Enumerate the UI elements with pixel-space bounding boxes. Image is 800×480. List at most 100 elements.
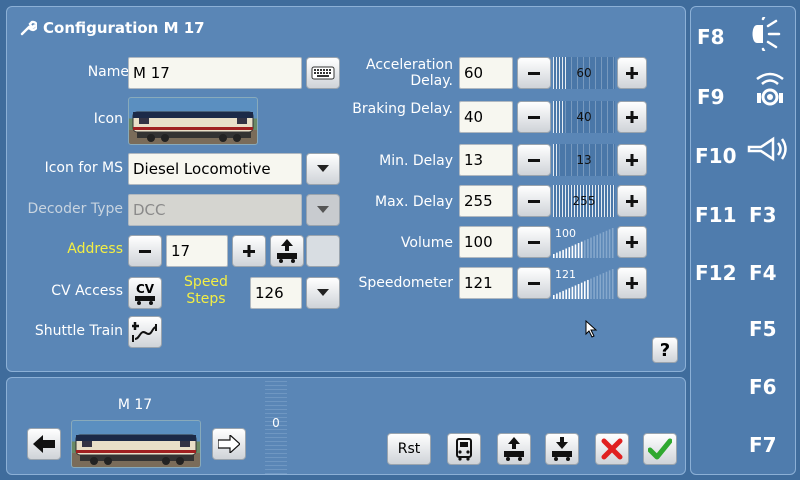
volume-ramp-bar bbox=[568, 247, 571, 258]
speedometer-input[interactable]: 121 bbox=[459, 267, 513, 299]
acceleration-delay-slider-value: 60 bbox=[576, 66, 592, 80]
acceleration-delay-increase-button[interactable] bbox=[617, 57, 647, 89]
braking-delay-increase-button[interactable] bbox=[617, 101, 647, 133]
volume-slider[interactable]: 100 bbox=[553, 226, 615, 258]
minus-icon bbox=[139, 250, 151, 253]
volume-ramp-bar bbox=[556, 252, 558, 258]
volume-ramp-bar bbox=[599, 233, 602, 258]
min-delay-decrease-button[interactable] bbox=[517, 144, 551, 176]
volume-ramp-bar bbox=[574, 244, 577, 258]
minus-icon bbox=[528, 72, 540, 75]
help-button[interactable]: ? bbox=[652, 337, 678, 363]
speedometer-ramp-value: 121 bbox=[555, 268, 576, 281]
min-delay-slider[interactable]: 13 bbox=[553, 144, 615, 176]
program-address-button[interactable] bbox=[270, 235, 304, 267]
current-loco-image[interactable] bbox=[71, 420, 201, 468]
function-f6-button[interactable]: F6 bbox=[749, 375, 777, 399]
speedometer-ramp-bar bbox=[605, 271, 608, 299]
min-delay-input[interactable]: 13 bbox=[459, 144, 513, 176]
acceleration-delay-label-line1: Acceleration bbox=[366, 57, 453, 73]
address-extra-button[interactable] bbox=[306, 235, 340, 267]
max-delay-slider[interactable]: 255 bbox=[553, 185, 615, 217]
ok-button[interactable] bbox=[643, 433, 677, 465]
mouse-pointer-icon bbox=[585, 320, 598, 338]
arrow-right-icon bbox=[218, 435, 240, 453]
function-f3-button[interactable]: F3 bbox=[749, 203, 777, 227]
function-f11-button[interactable]: F11 bbox=[695, 203, 737, 227]
braking-delay-slider[interactable]: 40 bbox=[553, 101, 615, 133]
volume-ramp-bar bbox=[577, 243, 580, 258]
light-icon[interactable] bbox=[749, 17, 789, 51]
icon-ms-label: Icon for MS bbox=[44, 160, 123, 176]
read-from-loco-button[interactable] bbox=[497, 433, 531, 465]
speed-steps-select[interactable]: 126 bbox=[250, 277, 302, 309]
shuttle-train-button[interactable] bbox=[128, 316, 162, 348]
function-f12-button[interactable]: F12 bbox=[695, 261, 737, 285]
function-f4-button[interactable]: F4 bbox=[749, 261, 777, 285]
write-to-loco-button[interactable] bbox=[545, 433, 579, 465]
function-f5-button[interactable]: F5 bbox=[749, 317, 777, 341]
speedometer-decrease-button[interactable] bbox=[517, 267, 551, 299]
horn-icon[interactable] bbox=[747, 135, 791, 165]
cv-button-label: CV bbox=[135, 281, 155, 296]
acceleration-delay-input[interactable]: 60 bbox=[459, 57, 513, 89]
acceleration-delay-slider[interactable]: 60 bbox=[553, 57, 615, 89]
reset-button[interactable]: Rst bbox=[387, 433, 431, 465]
icon-ms-select[interactable]: Diesel Locomotive bbox=[128, 153, 302, 185]
speed-slider[interactable]: 0 bbox=[265, 378, 287, 474]
locomotive-icon bbox=[75, 434, 197, 465]
volume-increase-button[interactable] bbox=[617, 226, 647, 258]
acceleration-delay-decrease-button[interactable] bbox=[517, 57, 551, 89]
max-delay-input[interactable]: 255 bbox=[459, 185, 513, 217]
address-input[interactable]: 17 bbox=[166, 235, 228, 267]
volume-input[interactable]: 100 bbox=[459, 226, 513, 258]
volume-ramp-bar bbox=[565, 248, 567, 258]
function-f10-button[interactable]: F10 bbox=[695, 144, 737, 168]
plus-icon bbox=[626, 195, 638, 207]
panel-title: Configuration M 17 bbox=[19, 19, 205, 37]
plus-icon bbox=[626, 154, 638, 166]
loco-name-label: M 17 bbox=[117, 397, 153, 413]
direction-button[interactable] bbox=[447, 433, 481, 465]
function-f7-button[interactable]: F7 bbox=[749, 433, 777, 457]
volume-decrease-button[interactable] bbox=[517, 226, 551, 258]
function-f9-button[interactable]: F9 bbox=[697, 85, 725, 109]
locomotive-icon-button[interactable] bbox=[128, 97, 258, 145]
speedometer-ramp-bar bbox=[559, 292, 561, 299]
speedometer-ramp-bar bbox=[590, 278, 592, 299]
sound-icon[interactable] bbox=[753, 71, 787, 111]
address-increase-button[interactable] bbox=[232, 235, 266, 267]
address-decrease-button[interactable] bbox=[128, 235, 162, 267]
name-input[interactable]: M 17 bbox=[128, 57, 302, 89]
max-delay-slider-value: 255 bbox=[572, 194, 596, 208]
icon-ms-dropdown-button[interactable] bbox=[306, 153, 340, 185]
close-icon bbox=[601, 438, 623, 460]
speedometer-ramp-bar bbox=[580, 282, 583, 299]
speedometer-slider[interactable]: 121 bbox=[553, 267, 615, 299]
braking-delay-input[interactable]: 40 bbox=[459, 101, 513, 133]
next-loco-button[interactable] bbox=[212, 428, 246, 460]
min-delay-slider-value: 13 bbox=[576, 153, 592, 167]
address-label: Address bbox=[67, 241, 123, 257]
shuttle-train-icon bbox=[132, 322, 157, 342]
speedometer-increase-button[interactable] bbox=[617, 267, 647, 299]
previous-loco-button[interactable] bbox=[27, 428, 61, 460]
acceleration-delay-label: Acceleration Delay. bbox=[366, 57, 453, 89]
speed-steps-dropdown-button[interactable] bbox=[306, 277, 340, 309]
max-delay-increase-button[interactable] bbox=[617, 185, 647, 217]
keyboard-button[interactable] bbox=[306, 57, 340, 89]
configuration-panel: Configuration M 17 Name M 17 Icon Icon f… bbox=[6, 6, 686, 372]
volume-ramp-bar bbox=[584, 240, 586, 258]
minus-icon bbox=[528, 116, 540, 119]
control-panel: M 17 0 Rst bbox=[6, 377, 686, 475]
cv-access-button[interactable]: CV bbox=[128, 277, 162, 309]
volume-ramp-bar bbox=[590, 237, 592, 258]
min-delay-increase-button[interactable] bbox=[617, 144, 647, 176]
function-f8-button[interactable]: F8 bbox=[697, 25, 725, 49]
speedometer-ramp-bar bbox=[611, 269, 614, 299]
volume-ramp-bar bbox=[562, 249, 564, 258]
cancel-button[interactable] bbox=[595, 433, 629, 465]
max-delay-decrease-button[interactable] bbox=[517, 185, 551, 217]
speedometer-ramp-bar bbox=[571, 286, 574, 299]
braking-delay-decrease-button[interactable] bbox=[517, 101, 551, 133]
